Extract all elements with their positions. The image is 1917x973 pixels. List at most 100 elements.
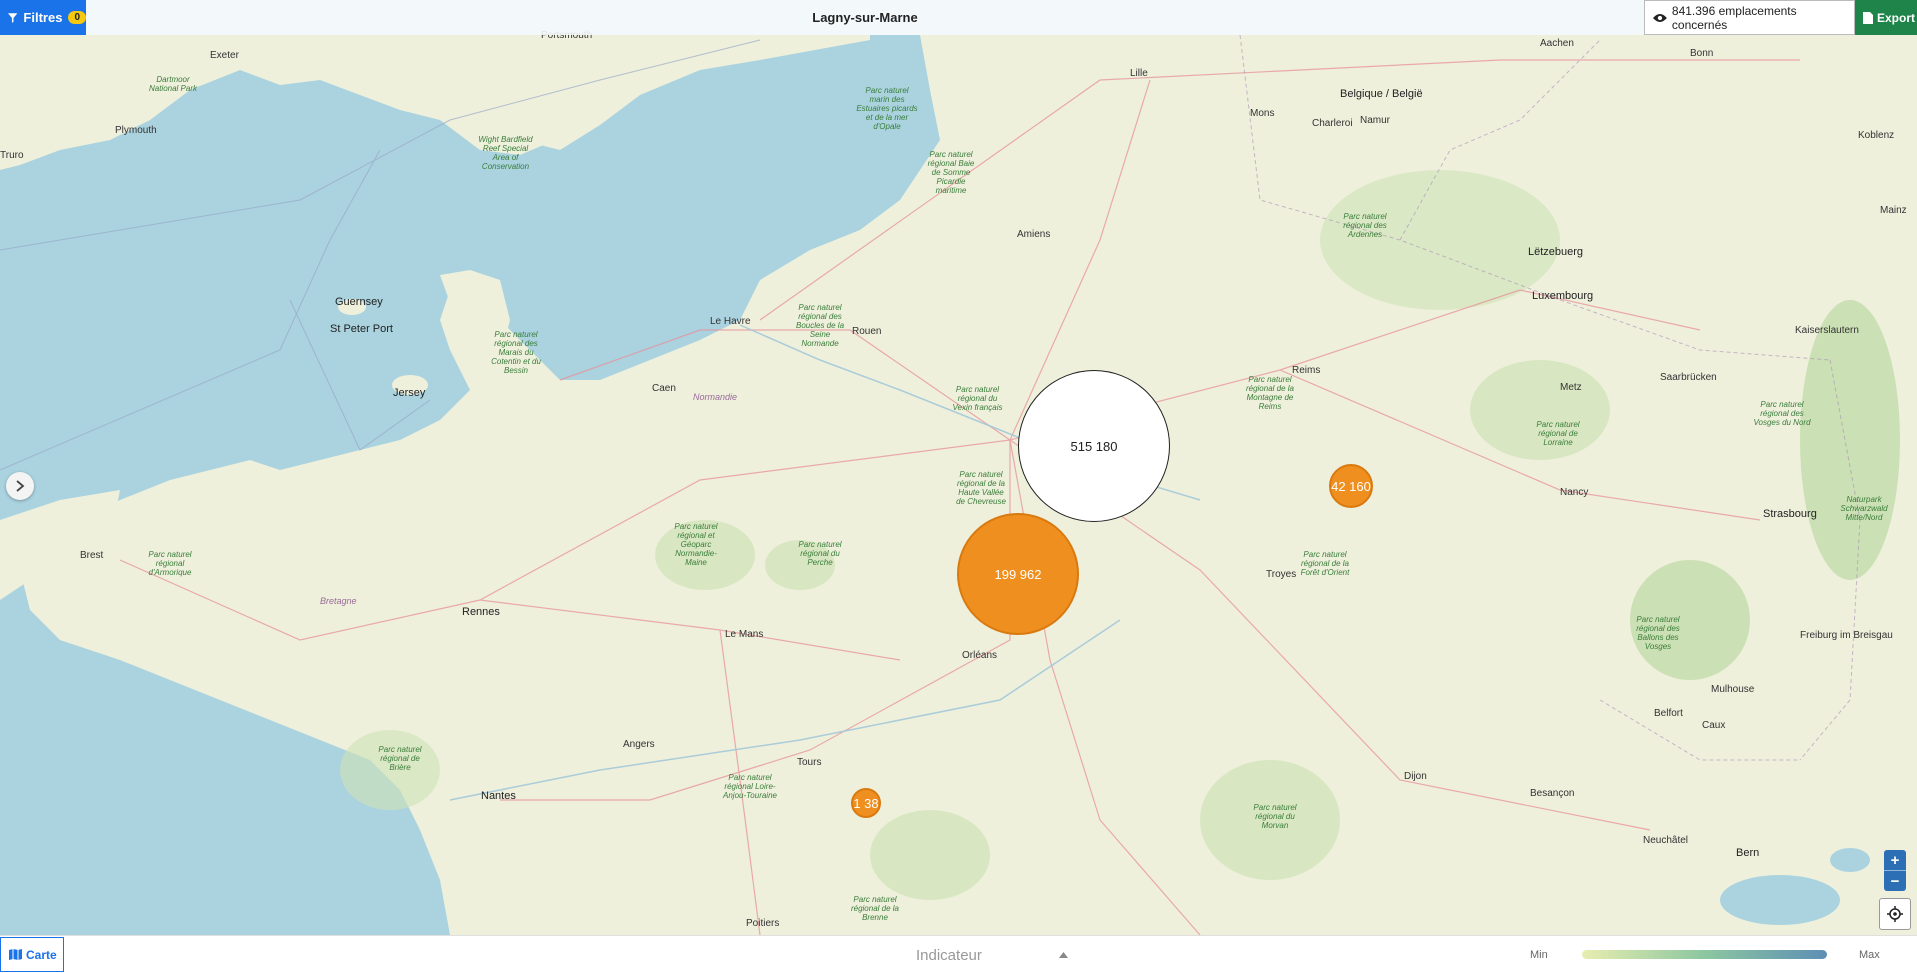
locations-count-text: 841.396 emplacements concernés [1671, 3, 1797, 32]
label-bonn: Bonn [1690, 48, 1714, 59]
label-angers: Angers [623, 739, 655, 750]
label-park-estuaires: Parc naturel marin des Estuaires picards… [856, 86, 918, 131]
label-troyes: Troyes [1266, 569, 1297, 580]
label-mons: Mons [1250, 108, 1275, 119]
label-orleans: Orléans [962, 650, 998, 661]
label-park-wight: Wight Bardfield Reef Special Area of Con… [478, 135, 533, 171]
legend-gradient [1582, 950, 1827, 959]
zoom-in-button[interactable]: + [1884, 850, 1906, 870]
label-park-foret-orient: Parc naturel régional de la Forêt d'Orie… [1300, 550, 1350, 577]
label-truro: Truro [0, 150, 24, 161]
label-besancon: Besançon [1530, 788, 1575, 799]
filters-button[interactable]: Filtres 0 [0, 0, 86, 35]
export-label: Export [1877, 10, 1916, 25]
carte-button[interactable]: Carte [0, 937, 64, 972]
label-dijon: Dijon [1404, 771, 1427, 782]
footer-bar: Carte Indicateur Min Max [0, 935, 1917, 973]
label-amiens: Amiens [1017, 229, 1051, 240]
label-neuchatel: Neuchâtel [1643, 835, 1689, 846]
label-park-lorraine: Parc naturel régional de Lorraine [1536, 420, 1580, 447]
label-poitiers: Poitiers [746, 918, 780, 929]
label-park-armorique: Parc naturel régional d'Armorique [148, 550, 192, 577]
label-le-havre: Le Havre [710, 316, 751, 327]
label-plymouth: Plymouth [115, 125, 157, 136]
label-park-ardennes: Parc naturel régional des Ardennes [1343, 212, 1387, 239]
label-normandie: Normandie [693, 392, 738, 402]
cluster-bubble-champagne[interactable]: 42 160 [1329, 464, 1373, 508]
filters-count-badge: 0 [68, 11, 86, 24]
label-park-morvan: Parc naturel régional du Morvan [1253, 803, 1297, 830]
label-luxembourg: Luxembourg [1532, 290, 1594, 302]
legend-min-label: Min [1530, 949, 1548, 961]
label-caen: Caen [652, 383, 676, 394]
label-letzeburg: Lëtzebuerg [1528, 246, 1584, 258]
carte-label: Carte [26, 947, 57, 962]
label-guernsey: Guernsey [335, 296, 383, 308]
label-mainz: Mainz [1880, 205, 1907, 216]
page-title: Lagny-sur-Marne [86, 0, 1644, 35]
label-park-vosges-nord: Parc naturel régional des Vosges du Nord [1753, 400, 1811, 427]
locate-button[interactable] [1879, 898, 1911, 930]
label-belgique: Belgique / België [1340, 88, 1423, 100]
label-le-mans: Le Mans [725, 629, 764, 640]
label-park-vexin: Parc naturel régional du Vexin français [952, 385, 1003, 412]
label-park-brenne: Parc naturel régional de la Brenne [850, 895, 900, 922]
label-aachen: Aachen [1540, 38, 1574, 49]
label-koblenz: Koblenz [1858, 130, 1895, 141]
label-park-boucles-seine: Parc naturel régional des Boucles de la … [795, 303, 845, 348]
label-bretagne: Bretagne [320, 596, 357, 606]
indicator-placeholder: Indicateur [916, 946, 982, 964]
crosshair-icon [1887, 906, 1903, 922]
label-mulhouse: Mulhouse [1711, 684, 1755, 695]
zoom-controls: + − [1884, 850, 1906, 891]
file-icon [1863, 11, 1873, 24]
label-namur: Namur [1360, 115, 1391, 126]
label-saarbrucken: Saarbrücken [1660, 372, 1717, 383]
label-nancy: Nancy [1560, 487, 1589, 498]
label-park-marais-cotentin: Parc naturel régional des Marais du Cote… [491, 330, 541, 375]
label-bern: Bern [1736, 847, 1760, 859]
label-freiburg: Freiburg im Breisgau [1800, 630, 1893, 641]
label-park-montagne-reims: Parc naturel régional de la Montagne de … [1245, 375, 1295, 411]
locations-count: 841.396 emplacements concernés [1644, 0, 1855, 35]
indicator-select[interactable]: Indicateur [916, 945, 1068, 965]
cluster-bubble-orleans[interactable]: 199 962 [957, 513, 1079, 635]
label-park-perche: Parc naturel régional du Perche [798, 540, 842, 567]
label-park-somme: Parc naturel régional Baie de Somme Pica… [927, 150, 975, 195]
label-park-chevreuse: Parc naturel régional de la Haute Vallée… [956, 470, 1006, 506]
zoom-out-button[interactable]: − [1884, 870, 1906, 891]
label-nantes: Nantes [481, 790, 516, 802]
cluster-bubble-paris[interactable]: 515 180 [1018, 370, 1170, 522]
eye-icon [1653, 13, 1667, 22]
export-button[interactable]: Export [1855, 0, 1917, 35]
legend-max-label: Max [1859, 949, 1880, 961]
label-park-loire-anjou: Parc naturel régional Loire-Anjou-Tourai… [723, 773, 777, 800]
label-strasbourg: Strasbourg [1763, 508, 1817, 520]
page-title-text: Lagny-sur-Marne [812, 10, 918, 25]
map-canvas[interactable]: Portsmouth Exeter Plymouth Truro Guernse… [0, 0, 1917, 935]
map-base-layer [0, 0, 1917, 935]
label-park-ballons: Parc naturel régional des Ballons des Vo… [1636, 615, 1680, 651]
label-st-peter-port: St Peter Port [330, 323, 393, 335]
chevron-right-icon [16, 480, 25, 492]
filter-icon [8, 12, 18, 23]
map-icon [9, 949, 22, 960]
label-exeter: Exeter [210, 50, 239, 61]
cluster-bubble-tours[interactable]: 1 38 [851, 788, 881, 818]
label-lille: Lille [1130, 68, 1148, 79]
side-panel-toggle[interactable] [6, 472, 34, 500]
label-park-normandie-maine: Parc naturel régional et Géoparc Normand… [674, 522, 718, 567]
filters-label: Filtres [23, 10, 63, 25]
caret-up-icon [1059, 952, 1068, 958]
label-park-dartmoor: Dartmoor National Park [148, 75, 198, 93]
label-metz: Metz [1560, 382, 1582, 393]
label-brest: Brest [80, 550, 104, 561]
label-tours: Tours [797, 757, 822, 768]
label-rennes: Rennes [462, 606, 500, 618]
label-park-schwarzwald: Naturpark Schwarzwald Mitte/Nord [1840, 495, 1888, 522]
label-rouen: Rouen [852, 326, 882, 337]
label-park-briere: Parc naturel régional de Brière [378, 745, 422, 772]
label-caux: Caux [1702, 720, 1726, 731]
label-jersey: Jersey [393, 387, 426, 399]
label-charleroi: Charleroi [1312, 118, 1353, 129]
